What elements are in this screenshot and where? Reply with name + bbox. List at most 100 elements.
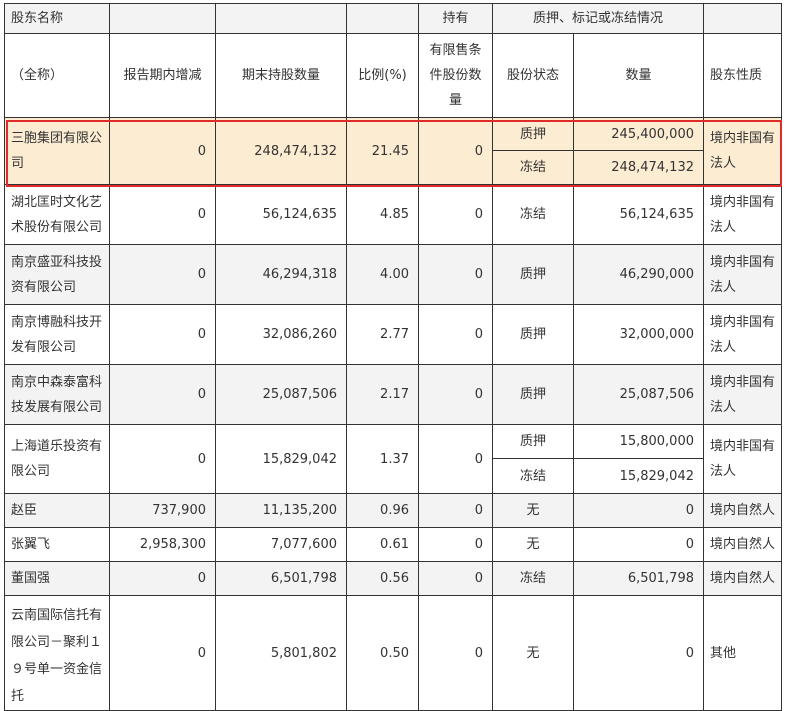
header-shareholder-name: 股东名称 [4, 3, 110, 34]
change-cell: 0 [109, 184, 216, 245]
ratio-cell: 21.45 [346, 117, 419, 185]
restricted-cell: 0 [418, 595, 493, 711]
header-nature: 股东性质 [703, 33, 782, 118]
pledge-quantity: 0 [573, 493, 704, 528]
header-quantity: 数量 [573, 33, 704, 118]
shareholder-name: 董国强 [4, 561, 110, 596]
ratio-cell: 0.50 [346, 595, 419, 711]
header-held: 持有 [418, 3, 493, 34]
holding-cell: 5,801,802 [215, 595, 347, 711]
table-row: 张翼飞 2,958,300 7,077,600 0.61 0 无 0 境内自然人 [4, 527, 782, 562]
table-row: 上海道乐投资有限公司 0 15,829,042 1.37 0 质押 15,800,000 境内… [4, 424, 782, 494]
table-row: 董国强 0 6,501,798 0.56 0 冻结 6,501,798 境内自然人 [4, 561, 782, 596]
shareholder-name: 云南国际信托有限公司－聚利１９号单一资金信托 [4, 595, 110, 711]
change-cell: 0 [109, 561, 216, 596]
change-cell: 0 [109, 304, 216, 365]
holding-cell: 11,135,200 [215, 493, 347, 528]
pledge-quantity: 0 [573, 527, 704, 562]
change-cell: 0 [109, 244, 216, 305]
pledge-quantity: 15,829,042 [573, 458, 704, 494]
header-row-2: （全称） 报告期内增减 期末持股数量 比例(%) 有限售条件股份数量 股份状态 … [4, 33, 782, 118]
change-cell: 0 [109, 595, 216, 711]
table-row: 三胞集团有限公司 0 248,474,132 21.45 0 质押 245,400,000 境… [4, 117, 782, 185]
shareholder-nature: 境内非国有法人 [703, 117, 782, 185]
change-cell: 0 [109, 117, 216, 185]
shareholder-name: 三胞集团有限公司 [4, 117, 110, 185]
restricted-cell: 0 [418, 561, 493, 596]
shareholder-nature: 境内非国有法人 [703, 304, 782, 365]
shareholder-name: 南京中森泰富科技发展有限公司 [4, 364, 110, 425]
holding-cell: 25,087,506 [215, 364, 347, 425]
header-end-holding: 期末持股数量 [215, 33, 347, 118]
pledge-quantity: 245,400,000 [573, 117, 704, 151]
ratio-cell: 0.61 [346, 527, 419, 562]
pledge-quantity: 56,124,635 [573, 184, 704, 245]
holding-cell: 32,086,260 [215, 304, 347, 365]
pledge-quantity: 15,800,000 [573, 424, 704, 459]
pledge-quantity: 32,000,000 [573, 304, 704, 365]
restricted-cell: 0 [418, 244, 493, 305]
table-row: 南京中森泰富科技发展有限公司 0 25,087,506 2.17 0 质押 25,087,5… [4, 364, 782, 425]
pledge-quantity: 0 [573, 595, 704, 711]
pledge-status: 无 [492, 527, 574, 562]
shareholder-nature: 境内非国有法人 [703, 364, 782, 425]
holding-cell: 56,124,635 [215, 184, 347, 245]
pledge-status: 质押 [492, 117, 574, 151]
header-change: 报告期内增减 [109, 33, 216, 118]
shareholder-table: 股东名称 持有 质押、标记或冻结情况 （全称） 报告期内增减 期末持股数量 比例… [4, 3, 782, 711]
ratio-cell: 2.17 [346, 364, 419, 425]
header-restricted: 有限售条件股份数量 [418, 33, 493, 118]
holding-cell: 248,474,132 [215, 117, 347, 185]
table-row: 南京博融科技开发有限公司 0 32,086,260 2.77 0 质押 32,000,000… [4, 304, 782, 365]
holding-cell: 15,829,042 [215, 424, 347, 494]
shareholder-nature: 境内非国有法人 [703, 424, 782, 494]
pledge-quantity: 6,501,798 [573, 561, 704, 596]
shareholder-name: 赵臣 [4, 493, 110, 528]
pledge-status: 冻结 [492, 458, 574, 494]
shareholder-nature: 境内自然人 [703, 561, 782, 596]
pledge-status: 质押 [492, 244, 574, 305]
pledge-status: 冻结 [492, 184, 574, 245]
header-ratio: 比例(%) [346, 33, 419, 118]
shareholder-nature: 境内自然人 [703, 527, 782, 562]
change-cell: 737,900 [109, 493, 216, 528]
pledge-status: 无 [492, 595, 574, 711]
restricted-cell: 0 [418, 493, 493, 528]
pledge-status: 质押 [492, 304, 574, 365]
shareholder-name: 南京盛亚科技投资有限公司 [4, 244, 110, 305]
table-row: 云南国际信托有限公司－聚利１９号单一资金信托 0 5,801,802 0.50 0 无 0 其… [4, 595, 782, 711]
change-cell: 0 [109, 364, 216, 425]
ratio-cell: 2.77 [346, 304, 419, 365]
pledge-status: 冻结 [492, 150, 574, 185]
header-full-name: （全称） [4, 33, 110, 118]
ratio-cell: 0.96 [346, 493, 419, 528]
table-row: 湖北匡时文化艺术股份有限公司 0 56,124,635 4.85 0 冻结 56,124,6… [4, 184, 782, 245]
pledge-status: 冻结 [492, 561, 574, 596]
ratio-cell: 4.00 [346, 244, 419, 305]
ratio-cell: 0.56 [346, 561, 419, 596]
restricted-cell: 0 [418, 184, 493, 245]
header-status: 股份状态 [492, 33, 574, 118]
pledge-status: 质押 [492, 364, 574, 425]
holding-cell: 6,501,798 [215, 561, 347, 596]
shareholder-nature: 其他 [703, 595, 782, 711]
shareholder-name: 南京博融科技开发有限公司 [4, 304, 110, 365]
pledge-quantity: 46,290,000 [573, 244, 704, 305]
shareholder-nature: 境内非国有法人 [703, 184, 782, 245]
table-row: 南京盛亚科技投资有限公司 0 46,294,318 4.00 0 质押 46,290,000… [4, 244, 782, 305]
restricted-cell: 0 [418, 424, 493, 494]
shareholder-nature: 境内非国有法人 [703, 244, 782, 305]
restricted-cell: 0 [418, 117, 493, 185]
holding-cell: 46,294,318 [215, 244, 347, 305]
ratio-cell: 1.37 [346, 424, 419, 494]
holding-cell: 7,077,600 [215, 527, 347, 562]
shareholder-name: 上海道乐投资有限公司 [4, 424, 110, 494]
table-row: 赵臣 737,900 11,135,200 0.96 0 无 0 境内自然人 [4, 493, 782, 528]
shareholder-name: 湖北匡时文化艺术股份有限公司 [4, 184, 110, 245]
change-cell: 2,958,300 [109, 527, 216, 562]
shareholder-nature: 境内自然人 [703, 493, 782, 528]
pledge-quantity: 248,474,132 [573, 150, 704, 185]
restricted-cell: 0 [418, 527, 493, 562]
pledge-quantity: 25,087,506 [573, 364, 704, 425]
shareholder-name: 张翼飞 [4, 527, 110, 562]
